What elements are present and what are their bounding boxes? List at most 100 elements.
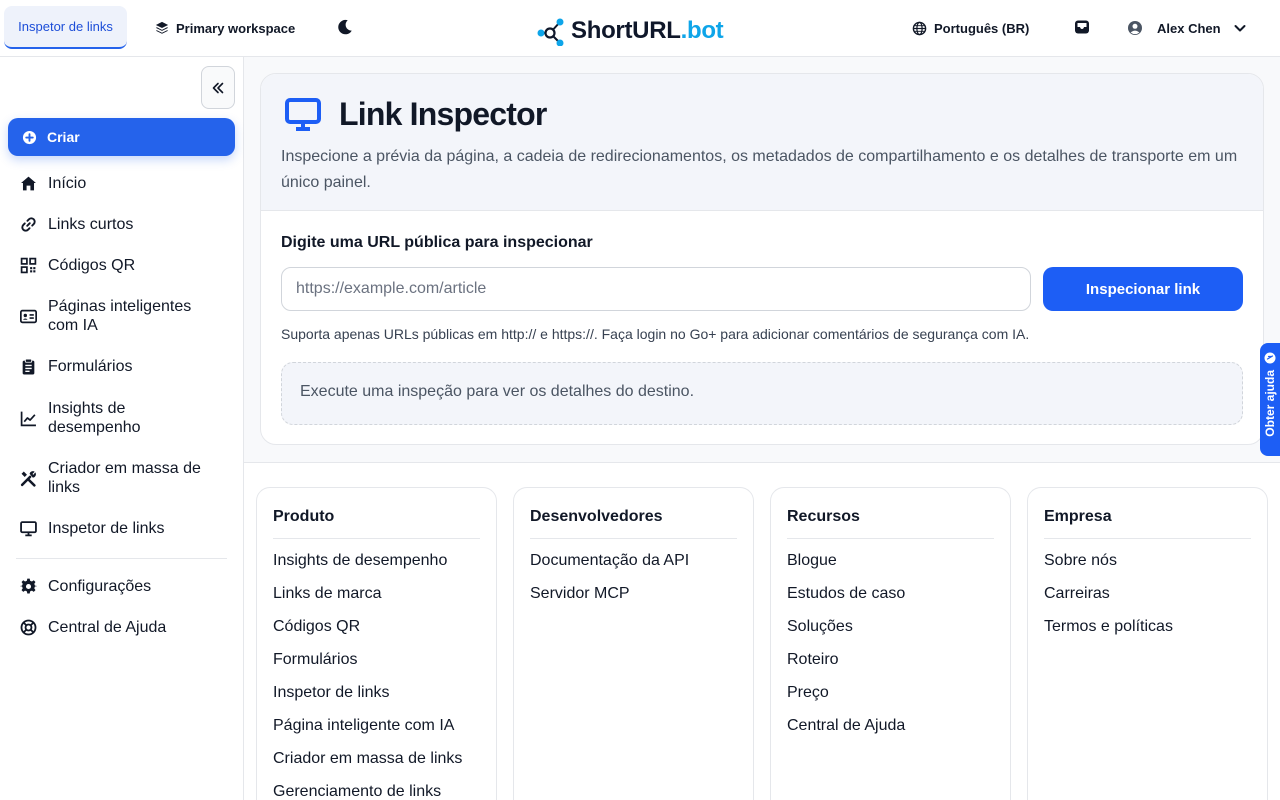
language-selector[interactable]: Português (BR): [912, 17, 1029, 39]
monitor-icon: [20, 521, 37, 537]
user-name: Alex Chen: [1157, 20, 1221, 36]
footer-divider: [530, 538, 737, 539]
sidebar-item-label: Criador em massa de links: [48, 460, 201, 496]
sidebar-item-smart-pages[interactable]: Páginas inteligentes com IA: [20, 297, 218, 335]
dark-mode-toggle-icon[interactable]: [336, 17, 354, 37]
footer-link[interactable]: Documentação da API: [530, 551, 689, 584]
page-description: Inspecione a prévia da página, a cadeia …: [281, 148, 1238, 191]
footer-divider: [787, 538, 994, 539]
url-hint: Suporta apenas URLs públicas em http:// …: [281, 326, 1030, 342]
footer-link[interactable]: Roteiro: [787, 650, 905, 683]
result-empty-state: Execute uma inspeção para ver os detalhe…: [281, 362, 1243, 425]
top-bar: Inspetor de links Primary workspace Shor…: [0, 0, 1280, 57]
sidebar-item-bulk-link-creator[interactable]: Criador em massa de links: [20, 459, 218, 497]
footer-link[interactable]: Insights de desempenho: [273, 551, 462, 584]
footer-link[interactable]: Termos e políticas: [1044, 617, 1173, 650]
sidebar-item-home[interactable]: Início: [20, 174, 218, 193]
workspace-label: Primary workspace: [176, 20, 296, 36]
chat-icon: [1264, 352, 1276, 364]
footer-column-developers: Desenvolvedores Documentação da API Serv…: [513, 487, 754, 800]
sidebar-item-label: Central de Ajuda: [48, 619, 167, 636]
logo[interactable]: ShortURL.bot: [537, 15, 724, 47]
language-label: Português (BR): [934, 20, 1030, 36]
user-avatar-icon: [1128, 21, 1142, 35]
footer-link[interactable]: Formulários: [273, 650, 462, 683]
globe-icon: [912, 21, 927, 35]
sidebar-item-qr-codes[interactable]: Códigos QR: [20, 256, 218, 275]
logo-text: ShortURL.bot: [571, 17, 724, 45]
footer-link[interactable]: Página inteligente com IA: [273, 716, 462, 749]
tab-link-inspector[interactable]: Inspetor de links: [4, 6, 127, 49]
sidebar-item-performance-insights[interactable]: Insights de desempenho: [20, 399, 218, 437]
footer-link[interactable]: Estudos de caso: [787, 584, 905, 617]
sidebar-item-link-inspector[interactable]: Inspetor de links: [20, 519, 218, 538]
get-help-tab[interactable]: Obter ajuda: [1260, 343, 1280, 456]
sidebar-item-label: Início: [48, 175, 87, 192]
footer-column-title: Empresa: [1044, 508, 1112, 525]
logo-main: ShortURL: [571, 17, 681, 44]
sidebar-item-short-links[interactable]: Links curtos: [20, 215, 218, 234]
workspace-switcher[interactable]: Primary workspace: [155, 17, 295, 39]
footer-link[interactable]: Preço: [787, 683, 905, 716]
footer-divider: [1044, 538, 1251, 539]
footer-link[interactable]: Carreiras: [1044, 584, 1173, 617]
create-label: Criar: [47, 129, 80, 145]
sidebar-item-label: Formulários: [48, 358, 133, 375]
sidebar-item-label: Páginas inteligentes com IA: [48, 298, 192, 334]
clipboard-icon: [22, 358, 35, 375]
layers-icon: [155, 21, 169, 34]
gear-icon: [20, 578, 37, 594]
sidebar-item-help-center[interactable]: Central de Ajuda: [20, 618, 218, 637]
double-chevron-left-icon: [212, 82, 224, 93]
qr-code-icon: [20, 257, 37, 274]
link-inspector-card: Link Inspector Inspecione a prévia da pá…: [260, 73, 1264, 445]
chevron-down-icon: [1234, 25, 1246, 32]
footer-link[interactable]: Central de Ajuda: [787, 716, 905, 749]
card-header: Link Inspector Inspecione a prévia da pá…: [261, 74, 1263, 211]
inbox-icon[interactable]: [1073, 18, 1091, 36]
logo-suffix: .bot: [680, 17, 724, 44]
footer-link[interactable]: Criador em massa de links: [273, 749, 462, 782]
sidebar-item-label: Links curtos: [48, 216, 134, 233]
sidebar-item-label: Inspetor de links: [48, 520, 165, 537]
chart-line-icon: [20, 411, 36, 426]
home-icon: [21, 176, 36, 191]
sidebar-divider: [16, 558, 227, 559]
footer-link[interactable]: Servidor MCP: [530, 584, 689, 617]
sidebar-item-label: Configurações: [48, 578, 152, 595]
footer-column-resources: Recursos Blogue Estudos de caso Soluções…: [770, 487, 1011, 800]
url-input[interactable]: [281, 267, 1031, 311]
footer-link[interactable]: Links de marca: [273, 584, 462, 617]
id-card-icon: [20, 309, 37, 323]
page-title: Link Inspector: [339, 96, 547, 132]
user-menu[interactable]: Alex Chen: [1127, 17, 1247, 39]
get-help-label: Obter ajuda: [1263, 370, 1277, 437]
footer-column-company: Empresa Sobre nós Carreiras Termos e pol…: [1027, 487, 1268, 800]
tools-icon: [20, 470, 36, 487]
sidebar-item-forms[interactable]: Formulários: [20, 357, 218, 376]
footer-column-product: Produto Insights de desempenho Links de …: [256, 487, 497, 800]
sidebar-item-label: Insights de desempenho: [48, 400, 141, 436]
link-icon: [21, 217, 36, 232]
footer-link[interactable]: Inspetor de links: [273, 683, 462, 716]
footer-link[interactable]: Sobre nós: [1044, 551, 1173, 584]
sidebar-item-settings[interactable]: Configurações: [20, 577, 218, 596]
footer-link[interactable]: Soluções: [787, 617, 905, 650]
footer-link[interactable]: Blogue: [787, 551, 905, 584]
footer-column-title: Produto: [273, 508, 335, 525]
footer-divider: [273, 538, 480, 539]
inspect-link-button[interactable]: Inspecionar link: [1043, 267, 1243, 311]
sidebar-item-label: Códigos QR: [48, 257, 136, 274]
plus-circle-icon: [22, 130, 37, 144]
tab-link-inspector-label: Inspetor de links: [18, 19, 113, 34]
empty-state-text: Execute uma inspeção para ver os detalhe…: [300, 383, 695, 400]
sidebar: Criar Início Links curtos Códigos QR Pág…: [0, 57, 244, 800]
footer-link[interactable]: Códigos QR: [273, 617, 462, 650]
footer-link[interactable]: Gerenciamento de links: [273, 782, 462, 800]
url-field-label: Digite uma URL pública para inspecionar: [281, 234, 593, 251]
collapse-sidebar-button[interactable]: [201, 66, 235, 109]
create-button[interactable]: Criar: [8, 118, 235, 156]
logo-network-icon: [537, 18, 564, 46]
footer-column-title: Desenvolvedores: [530, 508, 663, 525]
life-ring-icon: [20, 619, 37, 636]
